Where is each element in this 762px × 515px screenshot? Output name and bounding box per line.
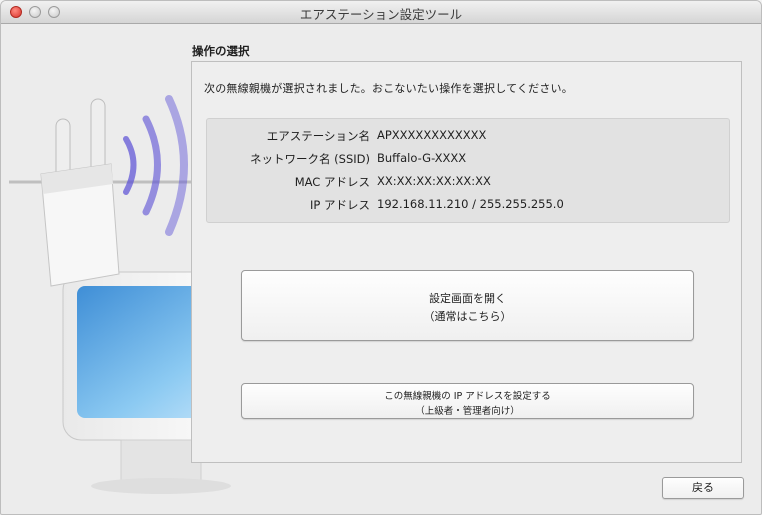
open-settings-button[interactable]: 設定画面を開く （通常はこちら） xyxy=(241,270,694,341)
info-label: MAC アドレス xyxy=(294,175,370,189)
info-row-ip: IP アドレス 192.168.11.210 / 255.255.255.0 xyxy=(207,197,729,217)
instruction-text: 次の無線親機が選択されました。おこないたい操作を選択してください。 xyxy=(204,82,573,95)
window-title: エアステーション設定ツール xyxy=(299,7,463,22)
info-row-mac: MAC アドレス XX:XX:XX:XX:XX:XX xyxy=(207,174,729,194)
info-label: エアステーション名 xyxy=(266,129,370,143)
info-label: ネットワーク名 (SSID) xyxy=(250,152,370,166)
set-ip-sublabel: （上級者・管理者向け） xyxy=(415,406,520,417)
title-bar: エアステーション設定ツール xyxy=(1,1,761,24)
section-title: 操作の選択 xyxy=(192,44,250,58)
router-icon xyxy=(40,98,120,287)
info-value: Buffalo-G-XXXX xyxy=(377,151,467,165)
set-ip-label: この無線親機の IP アドレスを設定する xyxy=(384,391,551,402)
back-button[interactable]: 戻る xyxy=(662,477,744,499)
info-label: IP アドレス xyxy=(310,198,370,212)
info-value: XX:XX:XX:XX:XX:XX xyxy=(377,174,491,188)
device-info-box: エアステーション名 APXXXXXXXXXXXX ネットワーク名 (SSID) … xyxy=(206,118,730,223)
open-settings-sublabel: （通常はこちら） xyxy=(423,310,512,323)
app-window: エアステーション設定ツール 操作の選択 次の無線親機が選択されました。おこないた… xyxy=(0,0,762,515)
info-row-ssid: ネットワーク名 (SSID) Buffalo-G-XXXX xyxy=(207,151,729,171)
info-value: 192.168.11.210 / 255.255.255.0 xyxy=(377,197,564,211)
info-value: APXXXXXXXXXXXX xyxy=(377,128,487,142)
info-row-name: エアステーション名 APXXXXXXXXXXXX xyxy=(207,128,729,148)
open-settings-label: 設定画面を開く xyxy=(429,292,506,305)
set-ip-address-button[interactable]: この無線親機の IP アドレスを設定する （上級者・管理者向け） xyxy=(241,383,694,419)
wireless-waves-icon xyxy=(123,95,188,236)
